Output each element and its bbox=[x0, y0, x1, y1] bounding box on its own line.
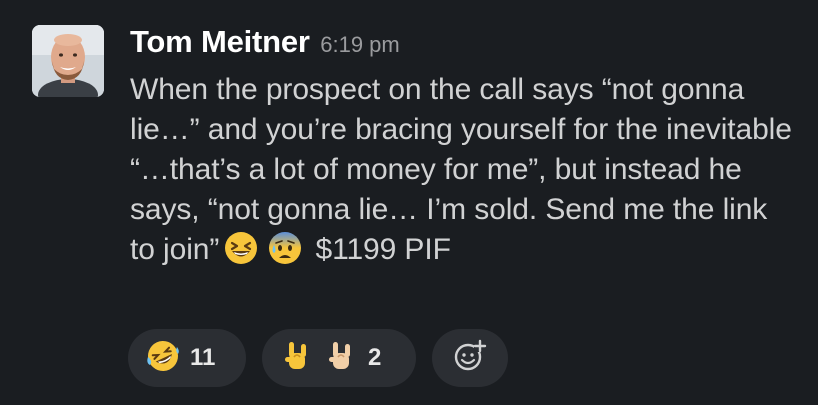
timestamp[interactable]: 6:19 pm bbox=[320, 32, 400, 57]
sign-of-the-horns-light-skin-icon bbox=[324, 339, 358, 378]
reaction-pill-horns[interactable]: 2 bbox=[262, 329, 416, 387]
sign-of-the-horns-icon bbox=[280, 339, 314, 378]
reaction-count: 11 bbox=[190, 344, 216, 371]
add-reaction-icon bbox=[452, 338, 488, 379]
chat-message: Tom Meitner 6:19 pm When the prospect on… bbox=[0, 0, 818, 405]
message-body: When the prospect on the call says “not … bbox=[130, 70, 800, 276]
reaction-pill-rofl[interactable]: 11 bbox=[128, 329, 246, 387]
avatar[interactable] bbox=[32, 25, 104, 97]
reaction-count: 2 bbox=[368, 344, 382, 371]
add-reaction-button[interactable] bbox=[432, 329, 508, 387]
reactions-bar: 11 2 bbox=[128, 329, 508, 387]
message-text-tail: $1199 PIF bbox=[315, 233, 451, 266]
message-header: Tom Meitner 6:19 pm bbox=[130, 24, 400, 60]
anxious-face-with-sweat-icon bbox=[268, 231, 302, 276]
author-name[interactable]: Tom Meitner bbox=[130, 24, 310, 59]
rolling-on-the-floor-laughing-icon bbox=[146, 339, 180, 378]
grinning-squinting-face-icon bbox=[224, 231, 258, 276]
